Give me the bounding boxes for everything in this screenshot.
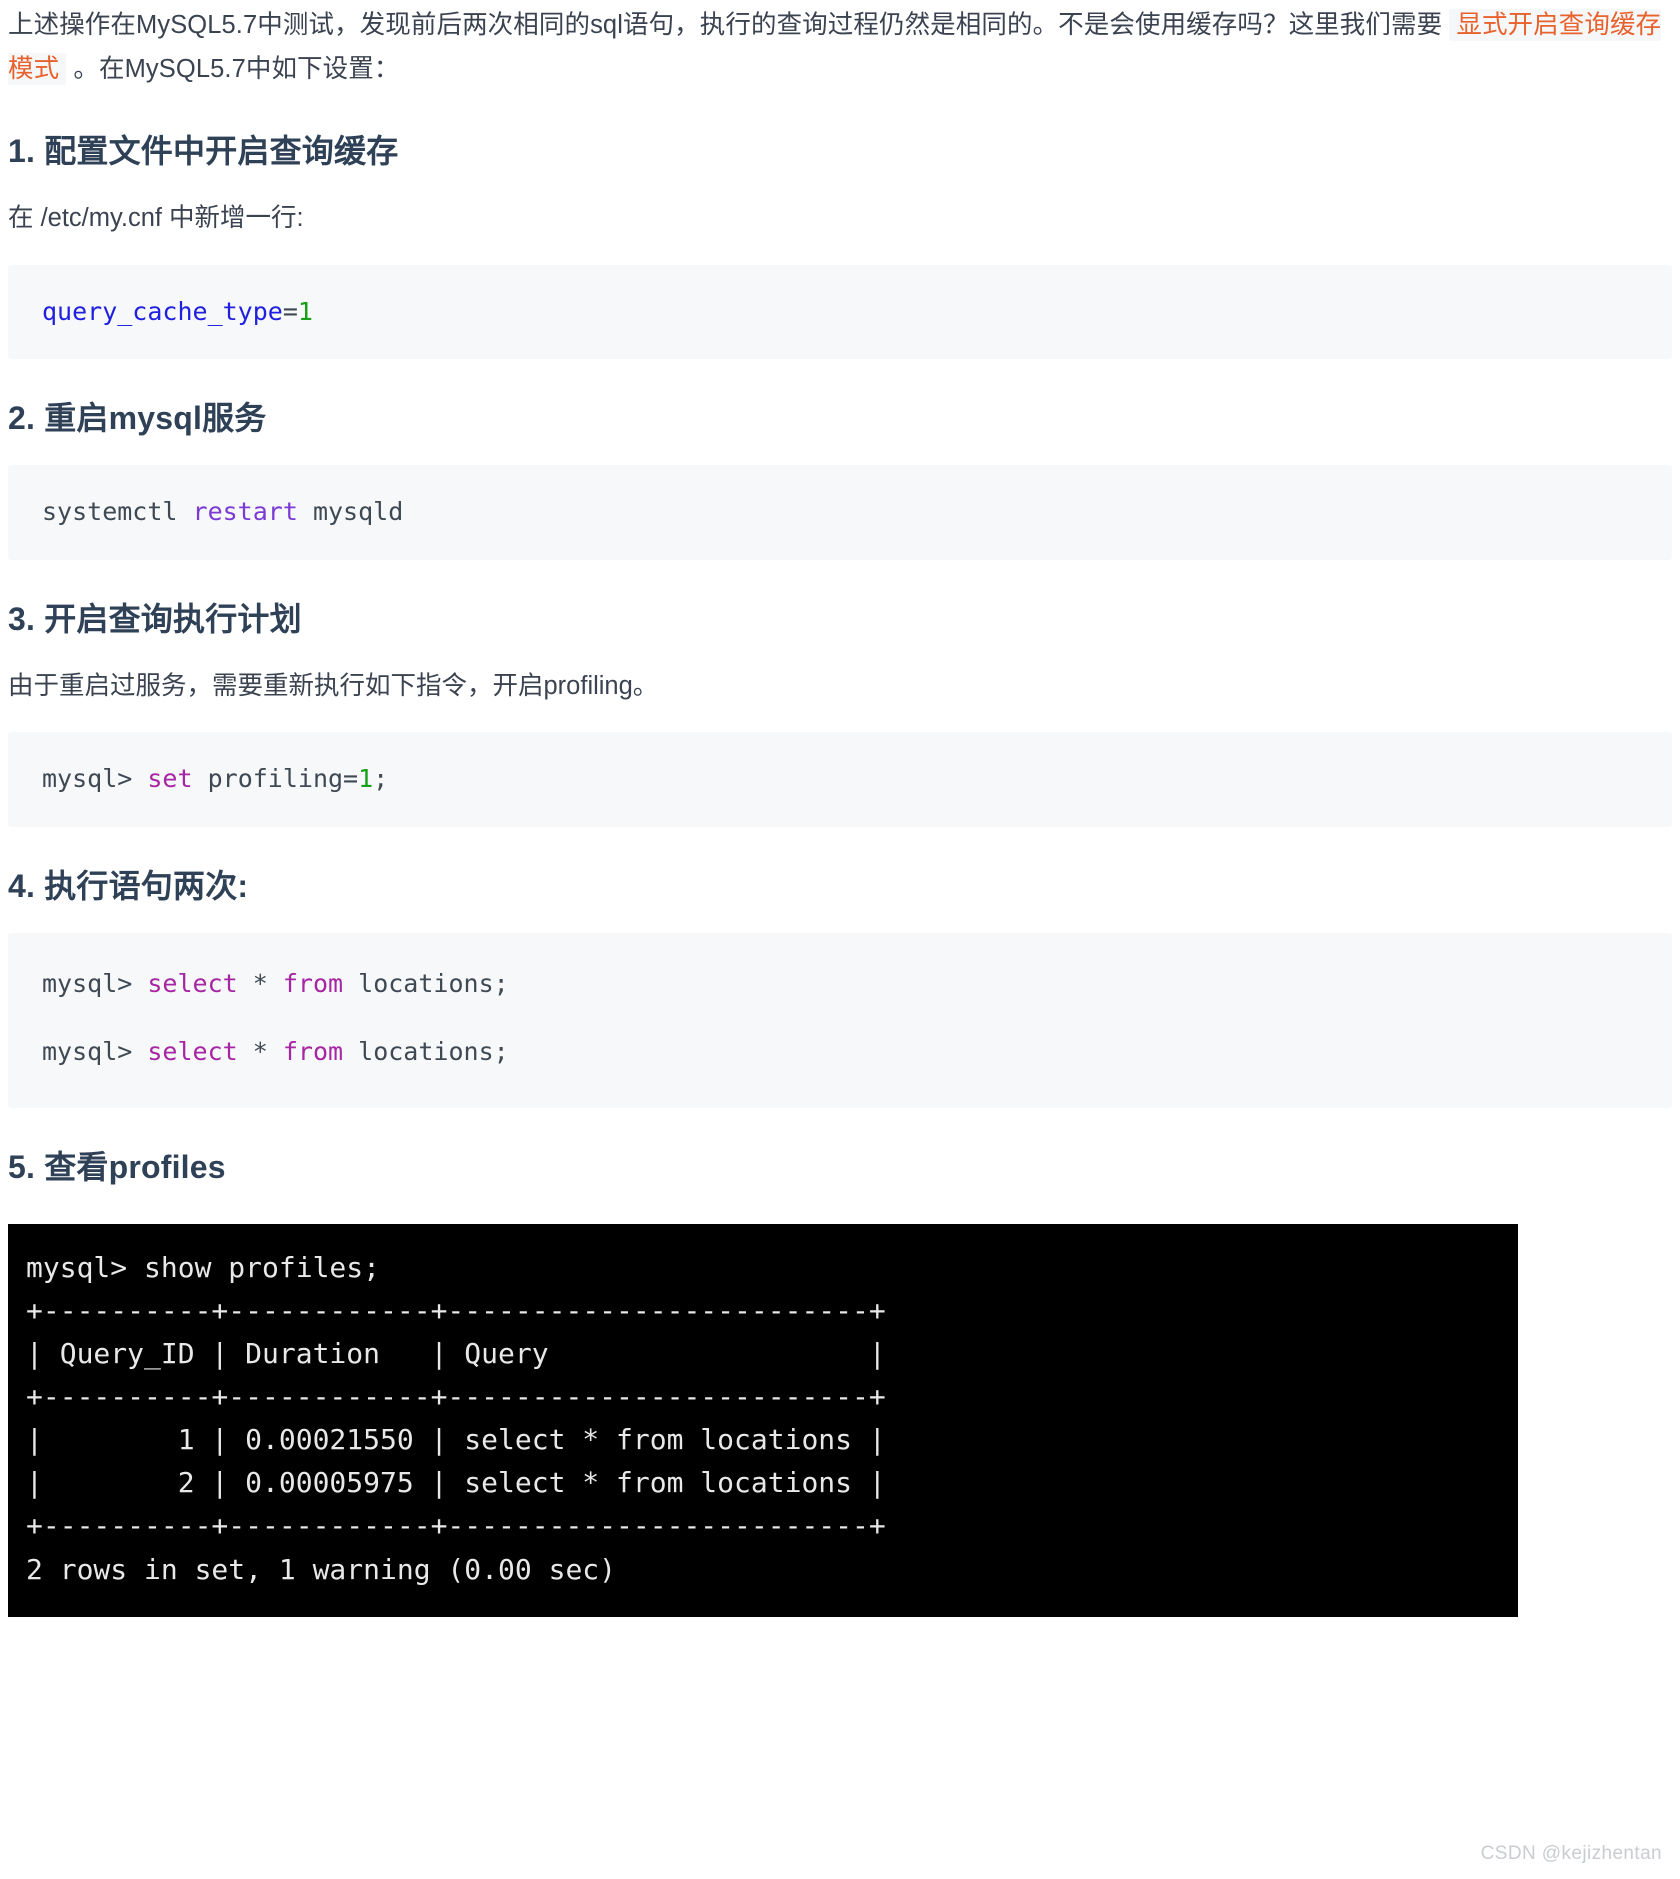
- code-prompt: mysql>: [42, 764, 133, 794]
- intro-text-part1: 上述操作在MySQL5.7中测试，发现前后两次相同的sql语句，执行的查询过程仍…: [8, 11, 1450, 39]
- code-operator: =: [282, 296, 298, 326]
- code-prompt: mysql>: [42, 1037, 133, 1067]
- intro-paragraph: 上述操作在MySQL5.7中测试，发现前后两次相同的sql语句，执行的查询过程仍…: [8, 4, 1672, 92]
- code-argument: mysqld: [312, 497, 404, 527]
- terminal-screenshot: mysql> show profiles; +----------+------…: [8, 1223, 1518, 1617]
- code-semicolon: ;: [373, 764, 389, 794]
- code-prompt: mysql>: [42, 968, 133, 998]
- code-block-my-cnf: query_cache_type=1: [8, 264, 1672, 360]
- section-title-2: 重启mysql服务: [44, 400, 267, 437]
- code-table: locations;: [358, 968, 509, 998]
- section-heading-5: 5. 查看profiles: [8, 1142, 1672, 1188]
- code-keyword: restart: [192, 497, 298, 527]
- section-number-1: 1.: [8, 132, 36, 169]
- code-block-set-profiling: mysql> set profiling=1;: [8, 732, 1672, 827]
- code-star: *: [252, 1037, 268, 1067]
- code-expression: profiling=: [207, 764, 359, 794]
- code-block-select-twice: mysql> select * from locations; mysql> se…: [8, 932, 1672, 1108]
- section-title-5: 查看profiles: [44, 1148, 226, 1185]
- code-variable: query_cache_type: [42, 296, 283, 326]
- code-number: 1: [358, 764, 374, 794]
- section-heading-3: 3. 开启查询执行计划: [8, 594, 1672, 640]
- code-keyword-select: select: [147, 968, 238, 998]
- article-body: 上述操作在MySQL5.7中测试，发现前后两次相同的sql语句，执行的查询过程仍…: [0, 4, 1680, 1617]
- section-title-3: 开启查询执行计划: [44, 600, 302, 637]
- code-number: 1: [297, 296, 313, 326]
- section-number-2: 2.: [8, 400, 36, 437]
- code-star: *: [252, 968, 268, 998]
- code-keyword-from: from: [282, 968, 344, 998]
- intro-text-part2: 。在MySQL5.7中如下设置：: [66, 54, 400, 83]
- section-heading-4: 4. 执行语句两次:: [8, 861, 1672, 907]
- section-heading-2: 2. 重启mysql服务: [8, 393, 1672, 439]
- code-command: systemctl: [42, 497, 178, 527]
- section-title-1: 配置文件中开启查询缓存: [44, 132, 399, 169]
- section-number-3: 3.: [8, 600, 36, 637]
- code-keyword-select: select: [147, 1037, 238, 1067]
- code-keyword: set: [147, 764, 193, 794]
- section-number-4: 4.: [8, 867, 36, 904]
- section-1-subtext: 在 /etc/my.cnf 中新增一行:: [8, 203, 304, 232]
- terminal-output: mysql> show profiles; +----------+------…: [26, 1250, 886, 1586]
- csdn-watermark: CSDN @kejizhentan: [1480, 1843, 1662, 1864]
- section-heading-1: 1. 配置文件中开启查询缓存: [8, 126, 1672, 172]
- section-3-subtext: 由于重启过服务，需要重新执行如下指令，开启profiling。: [8, 671, 659, 700]
- code-keyword-from: from: [282, 1037, 344, 1067]
- code-block-restart-mysql: systemctl restart mysqld: [8, 465, 1672, 560]
- section-number-5: 5.: [8, 1148, 36, 1185]
- code-table: locations;: [358, 1037, 509, 1067]
- section-title-4: 执行语句两次:: [44, 867, 249, 904]
